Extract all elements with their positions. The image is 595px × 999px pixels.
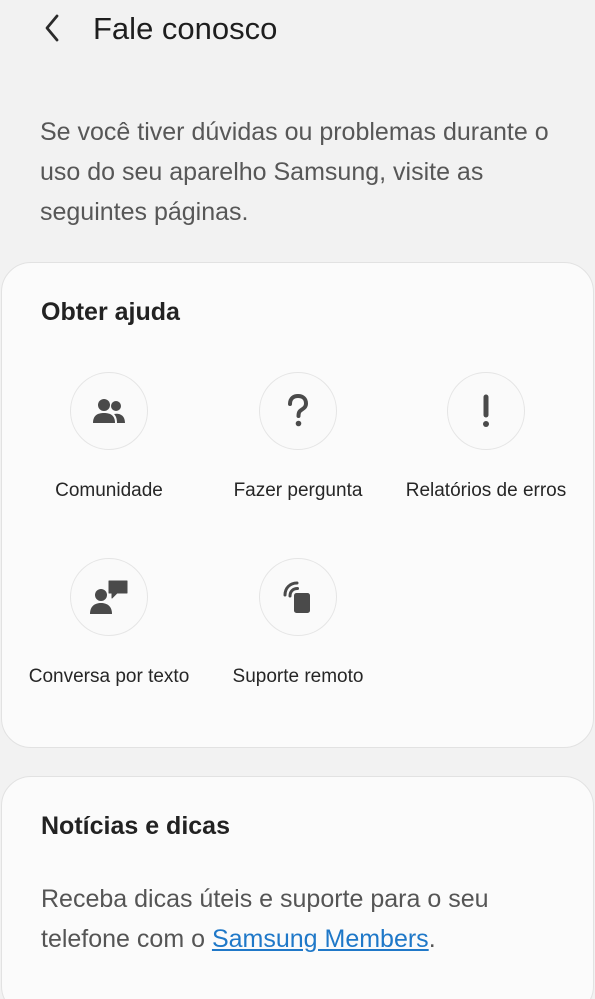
error-reports-icon-circle: [447, 372, 525, 450]
chevron-left-icon: [45, 14, 59, 42]
community-label: Comunidade: [55, 480, 163, 501]
page-title: Fale conosco: [93, 11, 278, 46]
remote-support-button[interactable]: Suporte remoto: [198, 558, 398, 723]
news-text-after: .: [428, 925, 436, 953]
text-chat-icon-circle: [70, 558, 148, 636]
news-and-tips-title: Notícias e dicas: [41, 812, 230, 840]
people-icon: [93, 399, 125, 423]
exclamation-icon: [483, 394, 489, 427]
contact-us-screen: Fale conosco Se você tiver dúvidas ou pr…: [0, 0, 595, 999]
get-help-card: Obter ajuda Comunidade Fazer pergunta Re…: [1, 262, 594, 748]
get-help-title: Obter ajuda: [41, 298, 180, 326]
back-button[interactable]: [34, 10, 70, 46]
community-icon-circle: [70, 372, 148, 450]
remote-support-icon-circle: [259, 558, 337, 636]
error-reports-button[interactable]: Relatórios de erros: [386, 372, 586, 537]
error-reports-label: Relatórios de erros: [405, 480, 567, 501]
question-mark-icon: [288, 394, 309, 427]
text-chat-label: Conversa por texto: [28, 666, 190, 687]
ask-question-label: Fazer pergunta: [233, 480, 363, 501]
news-and-tips-card: Notícias e dicas Receba dicas úteis e su…: [1, 776, 594, 999]
app-bar: Fale conosco: [0, 0, 595, 60]
ask-question-button[interactable]: Fazer pergunta: [198, 372, 398, 537]
remote-support-label: Suporte remoto: [232, 666, 364, 687]
samsung-members-link[interactable]: Samsung Members: [212, 925, 429, 953]
person-chat-icon: [90, 580, 128, 614]
ask-question-icon-circle: [259, 372, 337, 450]
community-button[interactable]: Comunidade: [9, 372, 209, 537]
text-chat-button[interactable]: Conversa por texto: [9, 558, 209, 723]
remote-device-icon: [283, 581, 310, 613]
intro-text: Se você tiver dúvidas ou problemas duran…: [40, 118, 549, 226]
news-and-tips-text: Receba dicas úteis e suporte para o seu …: [41, 879, 566, 959]
